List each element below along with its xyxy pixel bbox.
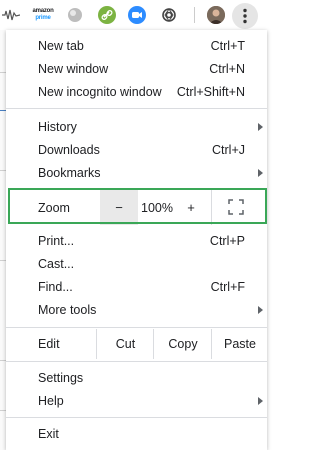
menu-item-label: New tab [38,39,84,53]
menu-item-label: Help [38,394,64,408]
menu-item-settings[interactable]: Settings [6,367,267,389]
submenu-arrow-icon [258,123,263,131]
menu-divider [6,417,267,418]
submenu-arrow-icon [258,169,263,177]
menu-item-help[interactable]: Help [6,390,267,412]
audio-wave-icon[interactable] [2,6,20,24]
chrome-main-menu: New tab Ctrl+T New window Ctrl+N New inc… [6,30,267,450]
menu-item-shortcut: Ctrl+Shift+N [176,85,245,99]
menu-item-print[interactable]: Print... Ctrl+P [6,230,267,252]
menu-item-new-incognito-window[interactable]: New incognito window Ctrl+Shift+N [6,81,267,103]
zoom-app-icon[interactable] [128,6,146,24]
link-extension-icon[interactable] [98,6,116,24]
menu-item-shortcut: Ctrl+P [209,234,245,248]
menu-item-find[interactable]: Find... Ctrl+F [6,276,267,298]
cut-button[interactable]: Cut [96,329,154,359]
menu-item-new-window[interactable]: New window Ctrl+N [6,58,267,80]
menu-item-label: Bookmarks [38,166,101,180]
submenu-arrow-icon [258,306,263,314]
amazon-text: amazon [32,8,54,14]
menu-item-shortcut: Ctrl+T [210,39,245,53]
menu-divider [6,108,267,109]
submenu-arrow-icon [258,397,263,405]
menu-item-label: History [38,120,77,134]
menu-item-new-tab[interactable]: New tab Ctrl+T [6,35,267,57]
menu-item-label: Settings [38,371,84,385]
menu-item-exit[interactable]: Exit [6,423,267,445]
menu-item-label: Exit [38,427,59,441]
menu-divider [6,361,267,362]
toolbar-divider [194,7,195,23]
copy-button[interactable]: Copy [153,329,212,359]
menu-item-label: Print... [38,234,75,248]
paste-button[interactable]: Paste [211,329,268,359]
menu-item-history[interactable]: History [6,116,267,138]
menu-item-label: New window [38,62,109,76]
profile-avatar-icon[interactable] [207,6,225,24]
menu-item-shortcut: Ctrl+F [210,280,245,294]
menu-item-shortcut: Ctrl+J [212,143,245,157]
menu-item-label: Downloads [38,143,100,157]
menu-item-cast[interactable]: Cast... [6,253,267,275]
menu-item-bookmarks[interactable]: Bookmarks [6,162,267,184]
openai-icon[interactable] [160,6,178,24]
menu-item-label: Cast... [38,257,75,271]
menu-item-more-tools[interactable]: More tools [6,299,267,321]
extension-sphere-icon[interactable] [66,6,84,24]
zoom-row-highlight [8,188,267,224]
edit-row: Edit Cut Copy Paste [6,329,267,359]
menu-item-label: Find... [38,280,73,294]
amazon-prime-icon[interactable]: amazon prime [32,6,54,24]
menu-item-label: New incognito window [38,85,162,99]
edit-label: Edit [38,337,60,351]
menu-item-shortcut: Ctrl+N [209,62,245,76]
browser-toolbar: amazon prime [0,0,267,31]
more-options-icon[interactable] [232,3,258,29]
prime-text: prime [35,15,51,21]
menu-item-label: More tools [38,303,97,317]
menu-divider [6,327,267,328]
menu-item-downloads[interactable]: Downloads Ctrl+J [6,139,267,161]
